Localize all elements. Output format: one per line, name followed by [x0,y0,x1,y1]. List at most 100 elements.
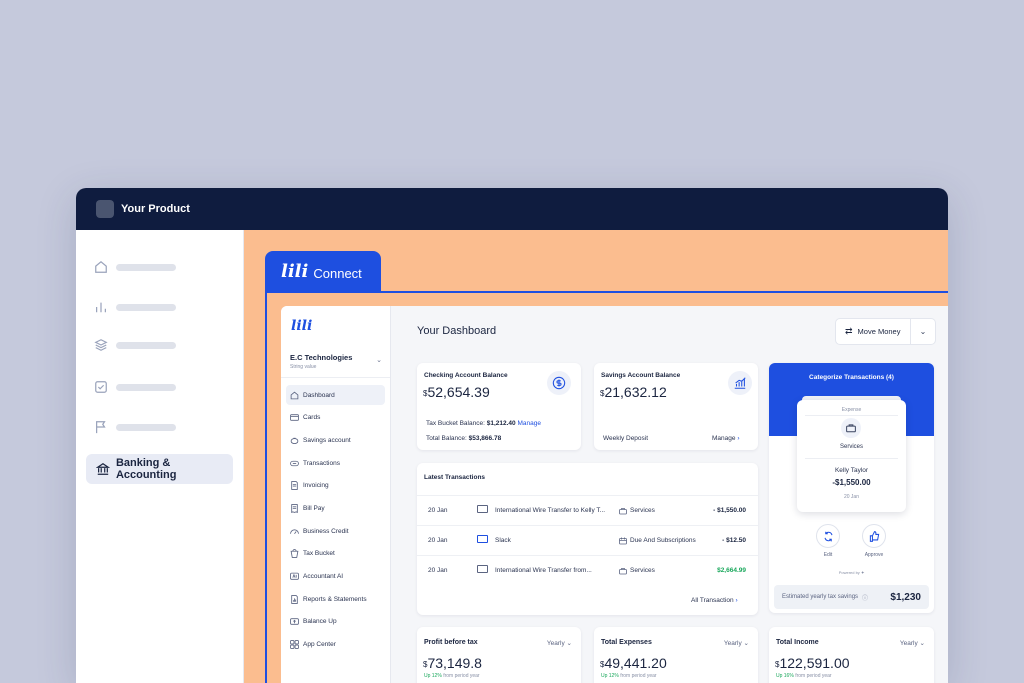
growth-chart-icon [728,371,752,395]
nav-item-bill-pay[interactable]: Bill Pay [286,498,385,518]
table-row[interactable]: 20 Jan Slack Due And Subscriptions - $12… [417,525,758,555]
manage-label: Manage [712,435,736,442]
info-icon[interactable]: ⓘ [862,593,868,602]
period-label: Yearly [899,640,918,647]
approve-button[interactable]: Approve [860,524,888,558]
lili-app: lili E.C Technologies String value ⌄ Das… [281,306,948,683]
expenses-amount: $49,441.20 [600,655,667,671]
amount-value: 73,149.8 [427,655,482,671]
placeholder-bar [116,303,176,311]
table-row[interactable]: 20 Jan International Wire Transfer from.… [417,555,758,585]
period-select[interactable]: Yearly ⌄ [724,639,749,647]
nav-item-accountant-ai[interactable]: Accountant AI [286,567,385,587]
host-nav-item-tasks[interactable] [94,380,176,394]
savings-balance-card: Savings Account Balance $21,632.12 Weekl… [594,363,758,450]
nav-item-transactions[interactable]: Transactions [286,453,385,473]
divider [281,377,390,378]
move-money-main[interactable]: ⇄ Move Money [836,319,911,344]
host-nav-item-charts[interactable] [94,300,176,314]
tab-label: Connect [313,266,362,281]
nav-item-savings[interactable]: Savings account [286,430,385,450]
nav-label: Business Credit [303,527,349,535]
app-window: Your Product Banking & Accounting lili C… [76,188,948,683]
flag-icon [96,421,106,434]
chevron-right-icon: › [735,597,738,604]
host-nav-item-layers[interactable] [94,338,176,352]
host-nav-item-banking[interactable]: Banking & Accounting [86,454,233,484]
lili-connect-tab[interactable]: lili Connect [265,251,381,291]
gauge-icon [290,529,299,534]
nav-item-dashboard[interactable]: Dashboard [286,385,385,405]
expenses-card: Total Expenses Yearly ⌄ $49,441.20 Up 12… [594,627,758,683]
nav-label: Reports & Statements [303,595,367,603]
thumbs-up-icon [862,524,886,548]
transaction-category: Services [839,444,863,450]
nav-label: Invoicing [303,482,329,490]
change-suffix: from period year [620,673,657,679]
apps-icon [290,640,299,649]
nav-item-tax-bucket[interactable]: Tax Bucket [286,544,385,564]
nav-item-reports[interactable]: Reports & Statements [286,589,385,609]
change-indicator: Up 16% from period year [776,673,832,679]
card-title: Latest Transactions [424,474,486,481]
transaction-card[interactable]: Expense Services Kelly Taylor -$1,550.00… [797,400,906,512]
period-label: Yearly [546,640,565,647]
change-suffix: from period year [443,673,480,679]
nav-item-app-center[interactable]: App Center [286,635,385,655]
embed-area: lili Connect lili E.C Technologies Strin… [244,230,948,683]
amount-value: 52,654.39 [427,384,490,400]
period-select[interactable]: Yearly ⌄ [547,639,572,647]
invoice-icon [291,481,298,491]
dashboard-main: Your Dashboard ⇄ Move Money ⌄ Checking A… [391,306,948,683]
all-transactions-label: All Transaction [691,597,734,604]
nav-label: Transactions [303,459,340,467]
powered-by: Powered by ✦ [769,570,934,575]
payee-name: Kelly Taylor [834,467,869,474]
period-select[interactable]: Yearly ⌄ [900,639,925,647]
checking-balance-card: Checking Account Balance $52,654.39 Tax … [417,363,581,450]
host-nav-item-flags[interactable] [94,420,176,434]
tx-category: Services [630,507,655,514]
placeholder-bar [116,341,176,349]
piggy-bank-icon [290,437,299,444]
table-row[interactable]: 20 Jan International Wire Transfer to Ke… [417,495,758,525]
tx-category: Due And Subscriptions [630,537,696,544]
nav-item-business-credit[interactable]: Business Credit [286,521,385,541]
nav-label: Tax Bucket [303,550,335,558]
income-amount: $122,591.00 [775,655,850,671]
amount-value: 122,591.00 [779,655,850,671]
weekly-deposit-label: Weekly Deposit [603,435,649,442]
change-value: Up 12% [601,673,619,679]
chevron-down-icon[interactable]: ⌄ [911,327,935,336]
nav-item-balance-up[interactable]: Balance Up [286,612,385,632]
categorize-card: Categorize Transactions (4) Expense Serv… [769,363,934,613]
tx-description: International Wire Transfer from... [495,567,592,574]
lili-logo: lili [291,318,313,334]
card-payment-icon [477,535,488,543]
change-indicator: Up 12% from period year [424,673,480,679]
tax-manage-link[interactable]: Manage [517,420,541,427]
app-logo [96,200,114,218]
subscription-icon [619,537,627,544]
move-money-button[interactable]: ⇄ Move Money ⌄ [835,318,936,345]
host-nav-item-home[interactable] [94,260,176,274]
placeholder-bar [116,383,176,391]
savings-manage-link[interactable]: Manage › [712,435,739,442]
nav-label: Cards [303,414,321,422]
placeholder-bar [116,263,176,271]
divider [805,458,898,459]
partner-logo: ✦ [860,570,865,575]
profit-card: Profit before tax Yearly ⌄ $73,149.8 Up … [417,627,581,683]
nav-item-cards[interactable]: Cards [286,408,385,428]
app-title: Your Product [121,203,190,215]
tx-date: 20 Jan [428,507,448,514]
total-balance-value: $53,866.78 [468,435,502,442]
transaction-amount: -$1,550.00 [832,478,871,487]
tx-amount: - $12.50 [722,537,746,544]
company-selector[interactable]: E.C Technologies String value ⌄ [290,353,382,370]
all-transactions-link[interactable]: All Transaction › [691,597,738,604]
refresh-icon [816,524,840,548]
nav-item-invoicing[interactable]: Invoicing [286,476,385,496]
tx-date: 20 Jan [428,567,448,574]
edit-button[interactable]: Edit [814,524,842,558]
